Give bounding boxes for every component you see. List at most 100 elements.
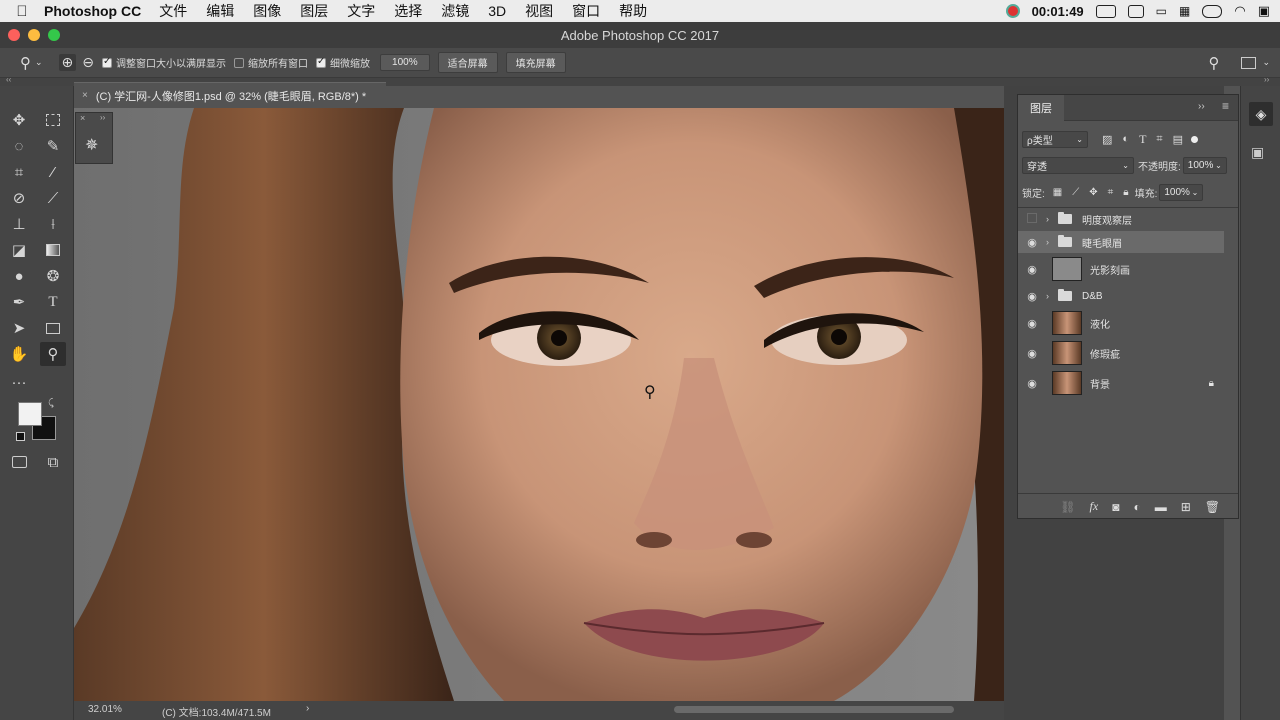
- menu-image[interactable]: 图像: [253, 1, 281, 21]
- menu-select[interactable]: 选择: [394, 1, 422, 21]
- marquee-tool-icon[interactable]: [40, 108, 66, 132]
- navigator-compass-icon[interactable]: ✵: [85, 135, 98, 155]
- layer-filter-dropdown[interactable]: ρ类型 ⌄: [1022, 130, 1088, 148]
- filter-smart-object-icon[interactable]: ▤: [1173, 133, 1183, 146]
- menu-3d[interactable]: 3D: [488, 3, 506, 19]
- scrubby-zoom-checkbox[interactable]: 细微缩放: [316, 55, 370, 70]
- layers-tab[interactable]: 图层: [1018, 95, 1064, 121]
- menu-layer[interactable]: 图层: [300, 1, 328, 21]
- battery-level-icon[interactable]: [1202, 4, 1223, 18]
- eye-icon[interactable]: ◉: [1018, 236, 1046, 249]
- filter-type-icon[interactable]: T: [1139, 132, 1146, 147]
- lock-all-icon[interactable]: 🔒︎: [1123, 187, 1128, 198]
- filter-shape-icon[interactable]: ⌗: [1156, 133, 1162, 146]
- quick-mask-icon[interactable]: [6, 450, 32, 474]
- layer-style-fx-icon[interactable]: fx: [1090, 499, 1099, 514]
- workspace-icon[interactable]: [1241, 56, 1257, 69]
- lasso-tool-icon[interactable]: ◌: [6, 134, 32, 158]
- eyedropper-tool-icon[interactable]: ⁄: [40, 160, 66, 184]
- horizontal-scrollbar[interactable]: [674, 706, 954, 713]
- eye-icon[interactable]: ◉: [1018, 263, 1046, 276]
- path-select-tool-icon[interactable]: ➤: [6, 316, 32, 340]
- type-tool-icon[interactable]: T: [40, 290, 66, 314]
- layer-row-group[interactable]: › 明度观察层: [1018, 207, 1224, 231]
- apple-icon[interactable]: : [0, 3, 44, 20]
- collapse-panel-icon[interactable]: ››: [1198, 101, 1205, 112]
- expand-panel-icon[interactable]: ››: [100, 113, 105, 122]
- record-indicator-icon[interactable]: [1005, 4, 1020, 18]
- zoom-tool-preset-icon[interactable]: ⚲: [20, 54, 31, 72]
- eye-icon[interactable]: ◉: [1018, 290, 1046, 303]
- more-tools-icon[interactable]: ···: [6, 370, 32, 394]
- add-mask-icon[interactable]: ◙: [1112, 500, 1119, 514]
- layers-panel-icon[interactable]: ◈: [1249, 102, 1273, 126]
- battery-icon[interactable]: [1095, 4, 1116, 18]
- menu-filter[interactable]: 滤镜: [441, 1, 469, 21]
- chevron-right-icon[interactable]: ›: [1046, 237, 1058, 247]
- eye-icon[interactable]: ◉: [1018, 347, 1046, 360]
- eye-icon[interactable]: ◉: [1018, 377, 1046, 390]
- status-menu-icon[interactable]: ›: [306, 703, 309, 714]
- zoom-level-field[interactable]: 32.01%: [88, 704, 122, 715]
- zoom-tool-icon[interactable]: ⚲: [40, 342, 66, 366]
- display-icon[interactable]: ▣: [1258, 3, 1270, 19]
- menu-view[interactable]: 视图: [525, 1, 553, 21]
- link-layers-icon[interactable]: ⛓: [1060, 500, 1075, 514]
- new-group-icon[interactable]: ▬: [1155, 500, 1167, 514]
- chevron-right-icon[interactable]: ›: [1046, 214, 1058, 224]
- default-colors-icon[interactable]: [16, 432, 25, 441]
- opacity-field[interactable]: 100% ⌄: [1182, 156, 1227, 174]
- adjustment-layer-icon[interactable]: ◐: [1133, 500, 1140, 514]
- history-brush-tool-icon[interactable]: ⟊: [40, 212, 66, 236]
- layer-row[interactable]: ◉ 液化: [1018, 309, 1224, 337]
- menu-window[interactable]: 窗口: [572, 1, 600, 21]
- clone-stamp-tool-icon[interactable]: ⊥: [6, 212, 32, 236]
- menu-file[interactable]: 文件: [159, 1, 187, 21]
- pen-tool-icon[interactable]: ✒: [6, 290, 32, 314]
- brush-tool-icon[interactable]: ⟋: [40, 186, 66, 210]
- close-panel-icon[interactable]: ×: [80, 113, 85, 123]
- fill-screen-button[interactable]: 填充屏幕: [505, 52, 566, 73]
- dodge-tool-icon[interactable]: ❂: [40, 264, 66, 288]
- layer-row-background[interactable]: ◉ 背景 🔒︎: [1018, 369, 1224, 397]
- move-tool-icon[interactable]: ✥: [6, 108, 32, 132]
- gradient-tool-icon[interactable]: [40, 238, 66, 262]
- new-layer-icon[interactable]: ⊞: [1181, 500, 1191, 514]
- fit-screen-button[interactable]: 适合屏幕: [437, 52, 498, 73]
- lock-pixels-icon[interactable]: ⟋: [1072, 187, 1079, 198]
- calendar-icon[interactable]: ▦: [1179, 4, 1190, 18]
- layer-row[interactable]: ◉ 光影刻画: [1018, 255, 1224, 283]
- fill-field[interactable]: 100% ⌄: [1159, 183, 1204, 201]
- screen-mode-icon[interactable]: ⧉: [40, 450, 66, 474]
- zoom-in-icon[interactable]: ⊕: [58, 54, 77, 71]
- eye-icon[interactable]: ◉: [1018, 317, 1046, 330]
- filter-adjustment-icon[interactable]: ◐: [1122, 133, 1129, 145]
- menu-type[interactable]: 文字: [347, 1, 375, 21]
- collapse-right-icon[interactable]: ››: [1264, 75, 1269, 84]
- menu-edit[interactable]: 编辑: [206, 1, 234, 21]
- layer-row-group-selected[interactable]: ◉ › 睫毛眼眉: [1018, 231, 1224, 253]
- zoom-all-windows-checkbox[interactable]: 缩放所有窗口: [234, 55, 308, 70]
- rectangle-tool-icon[interactable]: [40, 316, 66, 340]
- crop-tool-icon[interactable]: ⌗: [6, 160, 32, 184]
- adjustments-panel-icon[interactable]: ▣: [1251, 144, 1264, 161]
- menu-help[interactable]: 帮助: [619, 1, 647, 21]
- close-tab-icon[interactable]: ×: [82, 90, 88, 101]
- panel-menu-icon[interactable]: ≡: [1222, 99, 1229, 113]
- healing-brush-tool-icon[interactable]: ⊘: [6, 186, 32, 210]
- quick-select-tool-icon[interactable]: ✎: [40, 134, 66, 158]
- chevron-down-icon[interactable]: ⌄: [1262, 57, 1270, 68]
- layer-row[interactable]: ◉ 修瑕疵: [1018, 339, 1224, 367]
- resize-window-checkbox[interactable]: 调整窗口大小以满屏显示: [102, 55, 226, 70]
- filter-pixel-icon[interactable]: ▨: [1102, 133, 1112, 146]
- hand-tool-icon[interactable]: ✋: [6, 342, 32, 366]
- delete-layer-icon[interactable]: 🗑︎: [1205, 500, 1220, 514]
- search-icon[interactable]: ⚲: [1208, 54, 1219, 72]
- foreground-color-swatch[interactable]: [18, 402, 42, 426]
- sidebar-toggle-icon[interactable]: [1127, 4, 1144, 18]
- filter-toggle-icon[interactable]: [1191, 135, 1199, 143]
- zoom-out-icon[interactable]: ⊖: [82, 54, 94, 71]
- eye-hidden-icon[interactable]: [1018, 212, 1046, 226]
- lock-position-icon[interactable]: ✥: [1089, 187, 1097, 198]
- zoom-100-button[interactable]: 100%: [380, 54, 430, 71]
